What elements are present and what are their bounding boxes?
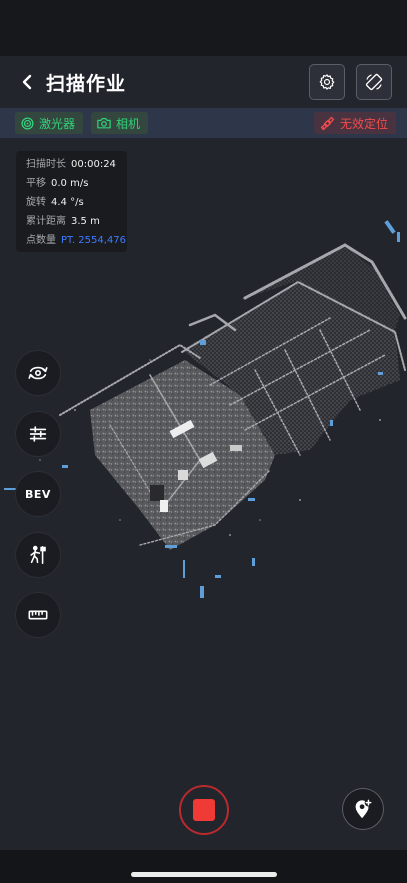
- positioning-status-chip: 无效定位: [314, 112, 397, 134]
- stat-value: 00:00:24: [71, 159, 116, 170]
- settings-button[interactable]: [309, 64, 345, 100]
- view-reset-icon: [28, 366, 48, 380]
- stop-icon: [193, 799, 215, 821]
- home-indicator[interactable]: [131, 872, 277, 877]
- stat-row-point-count: 点数量 PT. 2554,476: [26, 231, 127, 250]
- stat-value: 3.5 m: [71, 216, 100, 227]
- camera-icon: [97, 118, 111, 129]
- stat-label: 平移: [26, 178, 46, 189]
- chevron-left-icon: [22, 74, 32, 90]
- measure-button[interactable]: [16, 593, 60, 637]
- home-indicator-area: [0, 850, 407, 883]
- stat-row-duration: 扫描时长 00:00:24: [26, 155, 127, 174]
- adjust-settings-button[interactable]: [16, 412, 60, 456]
- bev-view-button[interactable]: BEV: [16, 472, 60, 516]
- add-location-icon: [355, 798, 373, 819]
- screen-rotate-icon: [365, 73, 383, 91]
- sliders-icon: [29, 426, 47, 442]
- laser-status-chip: 激光器: [15, 112, 84, 134]
- stat-label: 点数量: [26, 235, 56, 246]
- scan-stats-panel: 扫描时长 00:00:24 平移 0.0 m/s 旋转 4.4 °/s 累计距离 3.5…: [16, 151, 127, 252]
- stat-row-translation: 平移 0.0 m/s: [26, 174, 127, 193]
- control-point-icon: [30, 545, 46, 565]
- header: 扫描作业: [0, 56, 407, 108]
- stop-recording-button[interactable]: [179, 785, 229, 835]
- positioning-status-label: 无效定位: [340, 116, 389, 131]
- laser-target-icon: [21, 116, 34, 130]
- rotate-screen-button[interactable]: [356, 64, 392, 100]
- back-button[interactable]: [14, 68, 42, 96]
- add-marker-button[interactable]: [343, 789, 383, 829]
- stat-value: 4.4 °/s: [51, 197, 84, 208]
- camera-status-chip: 相机: [91, 112, 149, 134]
- page-title: 扫描作业: [46, 73, 127, 95]
- stat-label: 累计距离: [26, 216, 66, 227]
- satellite-icon: [320, 116, 335, 130]
- stat-row-distance: 累计距离 3.5 m: [26, 212, 127, 231]
- stat-label: 扫描时长: [26, 159, 66, 170]
- reset-view-button[interactable]: [16, 351, 60, 395]
- ruler-icon: [28, 610, 48, 620]
- control-point-button[interactable]: [16, 533, 60, 577]
- camera-status-label: 相机: [116, 116, 141, 131]
- stat-row-rotation: 旋转 4.4 °/s: [26, 193, 127, 212]
- sensor-status-bar: 激光器 相机 无效定位: [0, 108, 407, 138]
- stat-value: PT. 2554,476: [61, 235, 127, 246]
- laser-status-label: 激光器: [39, 116, 76, 131]
- gear-icon: [319, 74, 335, 90]
- status-bar: [0, 0, 407, 56]
- stat-label: 旋转: [26, 197, 46, 208]
- stat-value: 0.0 m/s: [51, 178, 89, 189]
- bev-label: BEV: [25, 487, 51, 501]
